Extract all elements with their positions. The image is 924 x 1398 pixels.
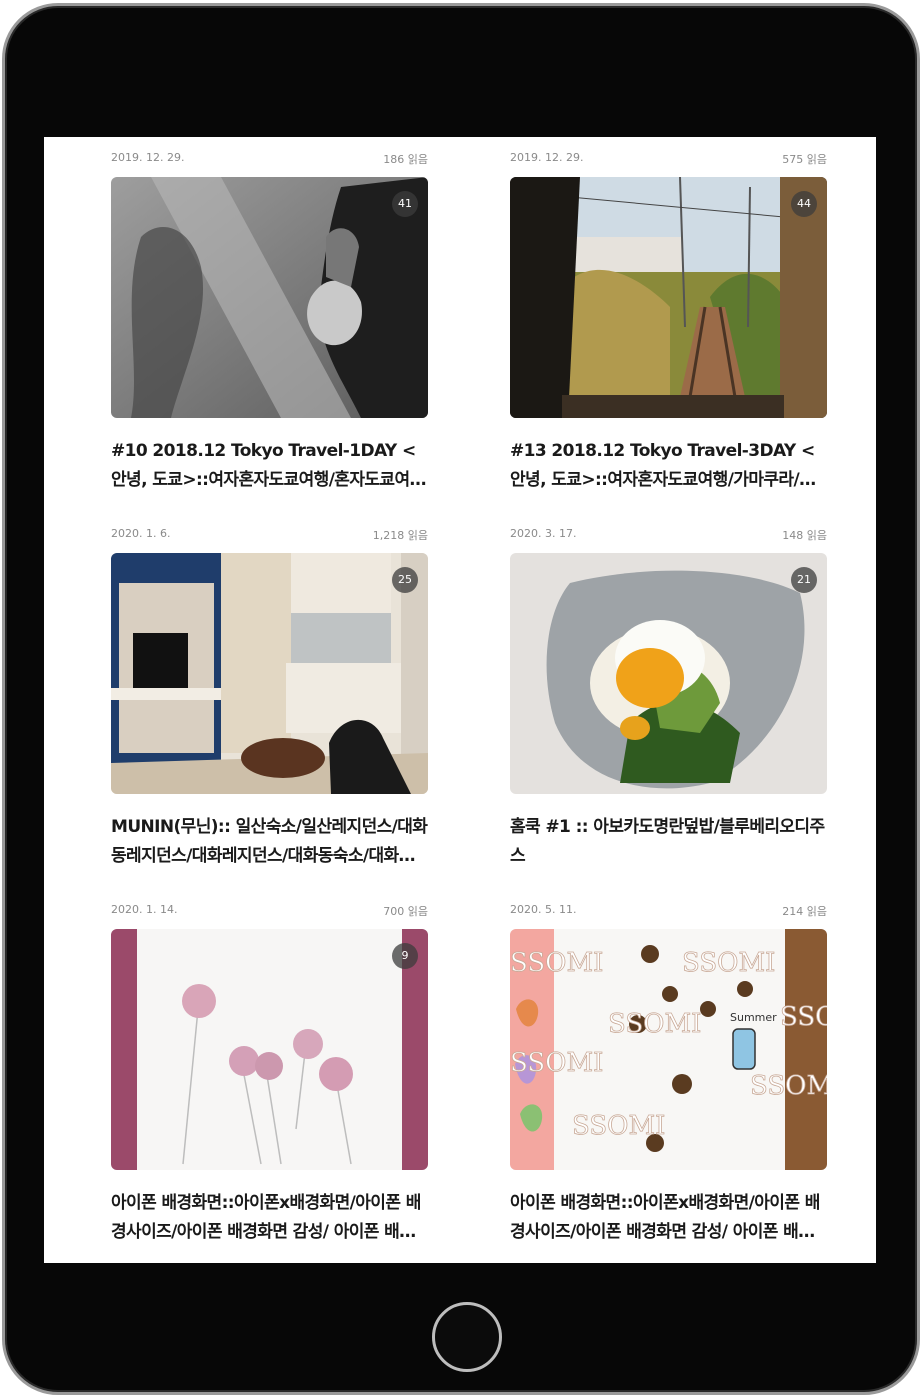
screen: 2019. 12. 29. 186 읽음 41 #10 2018.12 Toky… — [44, 137, 876, 1263]
post-title[interactable]: #13 2018.12 Tokyo Travel-3DAY <안녕, 도쿄>::… — [510, 437, 827, 495]
post-thumbnail[interactable]: 41 — [111, 177, 428, 418]
thumb-text: SSOMI — [608, 1009, 701, 1039]
thumb-text: SSOMI — [750, 1071, 827, 1101]
read-count: 1,218 읽음 — [372, 529, 428, 542]
post-title[interactable]: 아이폰 배경화면::아이폰x배경화면/아이폰 배경사이즈/아이폰 배경화면 감성… — [111, 1189, 428, 1247]
read-count: 214 읽음 — [782, 905, 827, 918]
post-meta: 2020. 5. 11. 214 읽음 — [510, 903, 827, 921]
thumb-text: SSOMI — [510, 1048, 603, 1078]
post-thumbnail[interactable]: 21 — [510, 553, 827, 794]
post-title[interactable]: 아이폰 배경화면::아이폰x배경화면/아이폰 배경사이즈/아이폰 배경화면 감성… — [510, 1189, 827, 1247]
post-date: 2019. 12. 29. — [510, 151, 584, 164]
read-count: 186 읽음 — [383, 153, 428, 166]
photo-count-badge: 44 — [791, 191, 817, 217]
photo-count-badge: 9 — [392, 943, 418, 969]
post-thumbnail[interactable]: 25 — [111, 553, 428, 794]
post-meta: 2019. 12. 29. 186 읽음 — [111, 151, 428, 169]
post-date: 2020. 5. 11. — [510, 903, 577, 916]
post-thumbnail[interactable]: 44 — [510, 177, 827, 418]
post-meta: 2020. 1. 14. 700 읽음 — [111, 903, 428, 921]
read-count: 700 읽음 — [383, 905, 428, 918]
thumb-text: SSOMI — [510, 948, 603, 978]
post-date: 2019. 12. 29. — [111, 151, 185, 164]
thumb-text: SSO — [780, 1002, 827, 1032]
home-button[interactable] — [432, 1302, 502, 1372]
post-thumbnail[interactable]: 9 — [111, 929, 428, 1170]
photo-count-badge: 21 — [791, 567, 817, 593]
post-date: 2020. 3. 17. — [510, 527, 577, 540]
thumb-text: Summer — [730, 1011, 777, 1024]
post-title[interactable]: MUNIN(무닌):: 일산숙소/일산레지던스/대화동레지던스/대화레지던스/대… — [111, 813, 428, 871]
photo-count-badge: 25 — [392, 567, 418, 593]
thumb-text: SSOMI — [682, 948, 775, 978]
post-date: 2020. 1. 14. — [111, 903, 178, 916]
post-title[interactable]: #10 2018.12 Tokyo Travel-1DAY <안녕, 도쿄>::… — [111, 437, 428, 495]
read-count: 575 읽음 — [782, 153, 827, 166]
post-meta: 2020. 1. 6. 1,218 읽음 — [111, 527, 428, 545]
post-title[interactable]: 홈쿡 #1 :: 아보카도명란덮밥/블루베리오디주스 — [510, 813, 827, 871]
thumb-text: SSOMI — [572, 1111, 665, 1141]
post-meta: 2020. 3. 17. 148 읽음 — [510, 527, 827, 545]
photo-count-badge: 41 — [392, 191, 418, 217]
post-date: 2020. 1. 6. — [111, 527, 171, 540]
read-count: 148 읽음 — [782, 529, 827, 542]
post-thumbnail[interactable]: SSOMI SSOMI SSOMI SSOMI Summer SSOMI SSO… — [510, 929, 827, 1170]
post-meta: 2019. 12. 29. 575 읽음 — [510, 151, 827, 169]
